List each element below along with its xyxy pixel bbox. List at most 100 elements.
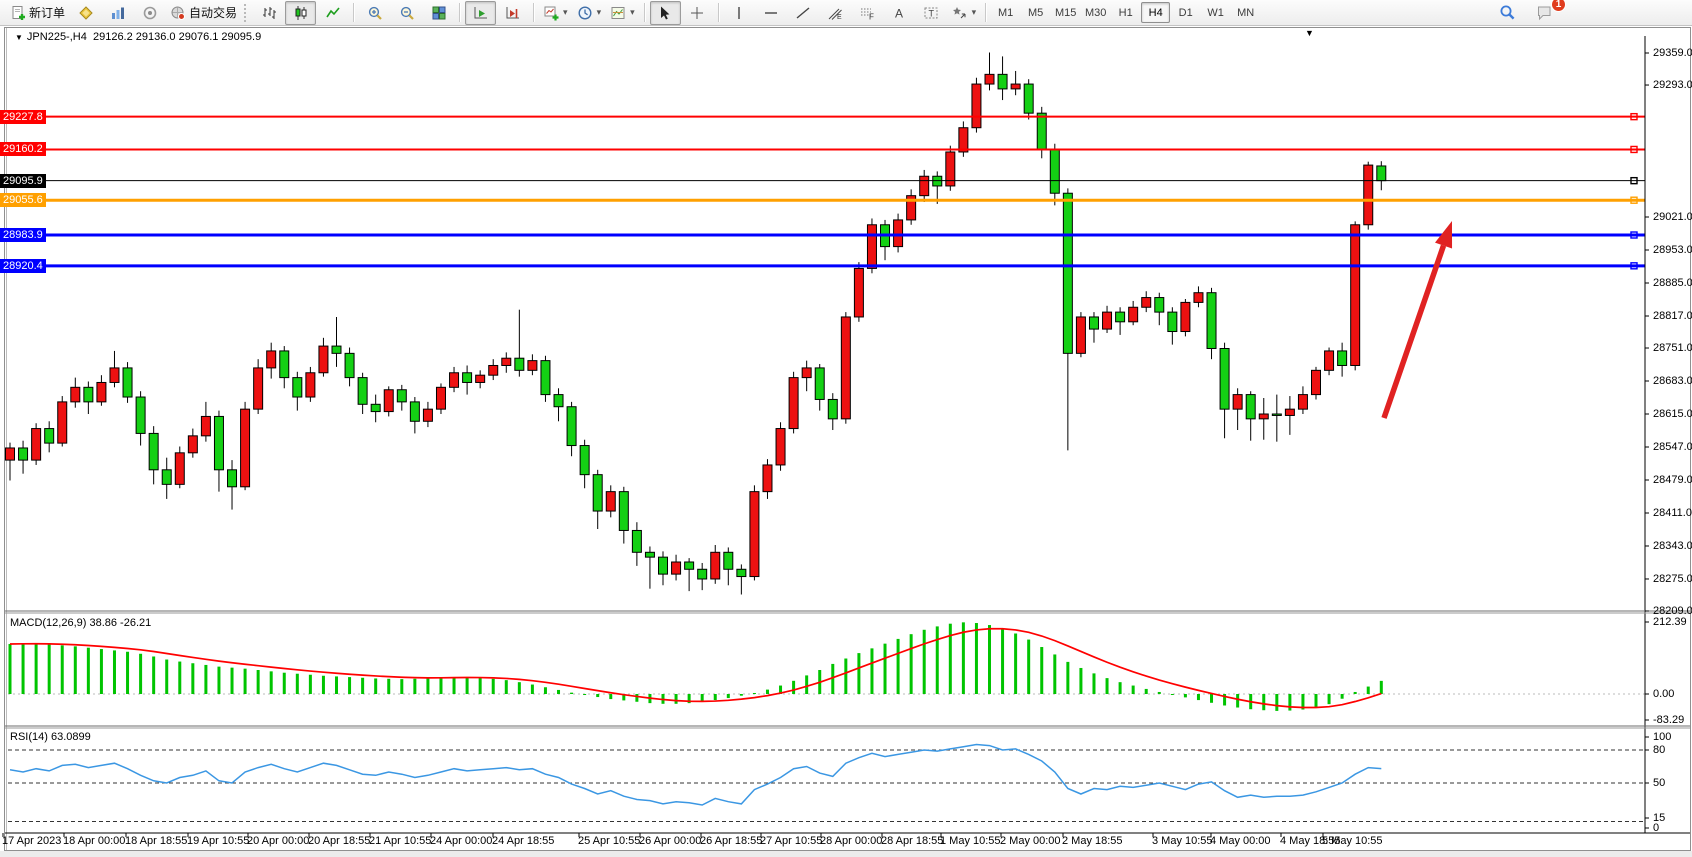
macd-histogram-bar bbox=[1066, 662, 1069, 694]
candle-up bbox=[306, 373, 315, 397]
status-strip bbox=[0, 851, 1692, 857]
candle-up bbox=[985, 74, 994, 84]
candle-down bbox=[645, 552, 654, 557]
macd-axis-label: -83.29 bbox=[1653, 714, 1684, 726]
candle-up bbox=[606, 492, 615, 511]
macd-histogram-bar bbox=[596, 694, 599, 697]
candle-down bbox=[293, 378, 302, 397]
macd-histogram-bar bbox=[426, 678, 429, 694]
time-axis-label: 28 Apr 00:00 bbox=[820, 835, 882, 847]
candle-up bbox=[241, 409, 250, 487]
chart-shift-marker: ▼ bbox=[1305, 28, 1314, 38]
macd-histogram-bar bbox=[1236, 694, 1239, 708]
macd-histogram-bar bbox=[1341, 694, 1344, 699]
price-axis-label: 28751.0 bbox=[1653, 342, 1692, 354]
time-axis-label: 25 Apr 10:55 bbox=[578, 835, 640, 847]
candle-down bbox=[1050, 150, 1059, 194]
macd-histogram-bar bbox=[1040, 647, 1043, 694]
price-axis-label: 28411.0 bbox=[1653, 507, 1692, 519]
candle-up bbox=[267, 351, 276, 368]
candle-up bbox=[384, 390, 393, 412]
time-axis-label: 24 Apr 00:00 bbox=[430, 835, 492, 847]
macd-histogram-bar bbox=[557, 690, 560, 694]
macd-histogram-bar bbox=[466, 677, 469, 694]
candle-down bbox=[1220, 348, 1229, 409]
macd-histogram-bar bbox=[178, 662, 181, 694]
candle-down bbox=[123, 368, 132, 397]
macd-label: MACD(12,26,9) 38.86 -26.21 bbox=[10, 617, 151, 629]
time-axis-label: 20 Apr 18:55 bbox=[308, 835, 370, 847]
candle-down bbox=[619, 492, 628, 531]
candle-down bbox=[1155, 298, 1164, 313]
macd-histogram-bar bbox=[831, 664, 834, 694]
macd-histogram-bar bbox=[544, 687, 547, 694]
macd-histogram-bar bbox=[113, 650, 116, 694]
candle-down bbox=[358, 378, 367, 405]
candle-down bbox=[1168, 312, 1177, 331]
candle-down bbox=[659, 557, 668, 574]
candle-down bbox=[1063, 193, 1072, 353]
candle-up bbox=[802, 368, 811, 378]
macd-histogram-bar bbox=[244, 669, 247, 694]
candle-down bbox=[136, 397, 145, 433]
candle-up bbox=[1194, 293, 1203, 303]
trend-arrow-line[interactable] bbox=[1384, 246, 1444, 418]
price-axis-label: 28275.0 bbox=[1653, 573, 1692, 585]
macd-histogram-bar bbox=[1079, 668, 1082, 694]
candle-up bbox=[1285, 409, 1294, 415]
time-axis-label: 18 Apr 00:00 bbox=[63, 835, 125, 847]
macd-histogram-bar bbox=[727, 694, 730, 698]
price-line-badge: 29095.9 bbox=[0, 174, 46, 188]
candle-down bbox=[1024, 84, 1033, 113]
rsi-axis-label: 100 bbox=[1653, 731, 1671, 743]
candle-up bbox=[6, 448, 15, 460]
candle-down bbox=[632, 530, 641, 552]
candle-down bbox=[724, 552, 733, 569]
candle-down bbox=[1246, 395, 1255, 419]
macd-histogram-bar bbox=[923, 630, 926, 694]
candle-down bbox=[1272, 414, 1281, 415]
macd-histogram-bar bbox=[479, 678, 482, 694]
time-axis-label: 17 Apr 2023 bbox=[2, 835, 61, 847]
candle-up bbox=[711, 552, 720, 579]
macd-histogram-bar bbox=[1171, 694, 1174, 695]
macd-histogram-bar bbox=[100, 649, 103, 694]
candle-up bbox=[972, 84, 981, 128]
candle-up bbox=[188, 436, 197, 453]
candle-up bbox=[175, 453, 184, 485]
candle-down bbox=[515, 358, 524, 370]
candle-up bbox=[1129, 307, 1138, 322]
candle-up bbox=[502, 358, 511, 365]
chart-canvas[interactable] bbox=[0, 0, 1692, 857]
macd-histogram-bar bbox=[975, 623, 978, 694]
price-line-badge: 29227.8 bbox=[0, 110, 46, 124]
time-axis-label: 21 Apr 10:55 bbox=[369, 835, 431, 847]
candle-down bbox=[410, 402, 419, 421]
candle-down bbox=[1338, 351, 1347, 366]
price-axis-label: 28547.0 bbox=[1653, 441, 1692, 453]
macd-histogram-bar bbox=[675, 694, 678, 704]
candle-up bbox=[1351, 225, 1360, 366]
macd-histogram-bar bbox=[9, 644, 12, 694]
macd-histogram-bar bbox=[74, 646, 77, 694]
time-axis-label: 2 May 18:55 bbox=[1062, 835, 1123, 847]
macd-histogram-bar bbox=[165, 660, 168, 694]
price-axis-label: 28953.0 bbox=[1653, 244, 1692, 256]
macd-signal-line bbox=[10, 629, 1381, 708]
candle-down bbox=[593, 475, 602, 511]
candle-down bbox=[998, 74, 1007, 89]
macd-histogram-bar bbox=[309, 675, 312, 694]
candle-down bbox=[332, 346, 341, 353]
candle-down bbox=[19, 448, 28, 460]
macd-histogram-bar bbox=[1354, 692, 1357, 694]
macd-histogram-bar bbox=[1001, 629, 1004, 694]
macd-histogram-bar bbox=[1014, 633, 1017, 694]
candle-down bbox=[541, 361, 550, 395]
candle-up bbox=[1325, 351, 1334, 370]
macd-histogram-bar bbox=[753, 693, 756, 694]
time-axis-label: 26 Apr 00:00 bbox=[639, 835, 701, 847]
candle-down bbox=[214, 416, 223, 469]
macd-histogram-bar bbox=[1197, 694, 1200, 700]
time-axis-label: 19 Apr 10:55 bbox=[187, 835, 249, 847]
macd-histogram-bar bbox=[335, 676, 338, 694]
